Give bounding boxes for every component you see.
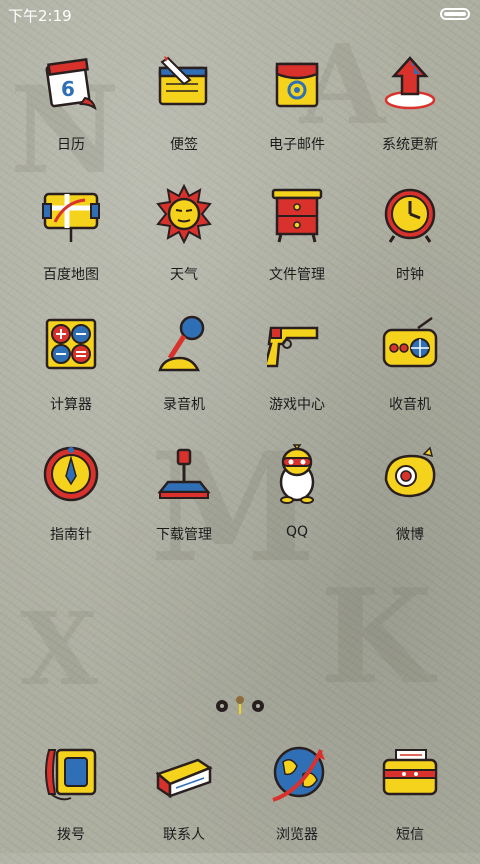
- app-label: 指南针: [50, 527, 92, 543]
- app-label: 日历: [57, 137, 85, 153]
- app-map[interactable]: 百度地图: [16, 184, 126, 304]
- weather-sun-icon: [156, 184, 212, 244]
- app-label: 微博: [396, 527, 424, 543]
- clock-icon: [384, 188, 436, 243]
- compass-icon: [43, 446, 99, 502]
- dock-browser[interactable]: 浏览器: [242, 744, 352, 864]
- app-clock[interactable]: 时钟: [355, 184, 465, 304]
- status-time: 下午2:19: [8, 7, 72, 25]
- app-game-center[interactable]: 游戏中心: [242, 314, 352, 434]
- calendar-icon: 6: [45, 57, 97, 111]
- app-label: 短信: [396, 827, 424, 843]
- weibo-eye-icon: [384, 446, 436, 498]
- dock-phone[interactable]: 拨号: [16, 744, 126, 864]
- app-label: 计算器: [50, 397, 92, 413]
- dock-contacts[interactable]: 联系人: [129, 744, 239, 864]
- app-label: 下载管理: [156, 527, 212, 543]
- status-bar: 下午2:19: [0, 0, 480, 28]
- email-icon: [275, 62, 319, 108]
- gun-icon: [267, 326, 319, 368]
- app-label: 收音机: [389, 397, 431, 413]
- app-weibo[interactable]: 微博: [355, 444, 465, 564]
- app-email[interactable]: 电子邮件: [242, 54, 352, 174]
- app-label: 时钟: [396, 267, 424, 283]
- radio-icon: [382, 316, 438, 368]
- qq-penguin-icon: [279, 444, 315, 504]
- app-calendar[interactable]: 6 日历: [16, 54, 126, 174]
- calendar-day: 6: [61, 77, 75, 101]
- app-calculator[interactable]: 计算器: [16, 314, 126, 434]
- app-label: 电子邮件: [269, 137, 325, 153]
- app-label: 联系人: [163, 827, 205, 843]
- phone-icon: [45, 748, 97, 801]
- app-recorder[interactable]: 录音机: [129, 314, 239, 434]
- app-weather[interactable]: 天气: [129, 184, 239, 304]
- background-lettering: K: [320, 560, 433, 713]
- notes-icon: [158, 56, 208, 106]
- calculator-icon: [45, 318, 97, 370]
- app-label: 文件管理: [269, 267, 325, 283]
- app-radio[interactable]: 收音机: [355, 314, 465, 434]
- app-qq[interactable]: QQ: [242, 444, 352, 564]
- app-file-manager[interactable]: 文件管理: [242, 184, 352, 304]
- app-label: 录音机: [163, 397, 205, 413]
- joystick-icon: [157, 448, 211, 499]
- app-label: 拨号: [57, 827, 85, 843]
- sms-icon: [382, 749, 438, 796]
- app-label: 便签: [170, 137, 198, 153]
- map-icon: [42, 192, 100, 242]
- app-notes[interactable]: 便签: [129, 54, 239, 174]
- app-compass[interactable]: 指南针: [16, 444, 126, 564]
- app-label: 浏览器: [276, 827, 318, 843]
- app-label: 百度地图: [43, 267, 99, 283]
- app-system-update[interactable]: 系统更新: [355, 54, 465, 174]
- app-label: 游戏中心: [269, 397, 325, 413]
- app-download-manager[interactable]: 下载管理: [129, 444, 239, 564]
- dock-sms[interactable]: 短信: [355, 744, 465, 864]
- app-label: 系统更新: [382, 137, 438, 153]
- background-lettering: X: [20, 590, 98, 708]
- app-label: QQ: [285, 524, 309, 540]
- battery-icon: [440, 8, 470, 20]
- file-manager-icon: [271, 188, 323, 243]
- system-update-icon: [384, 56, 436, 110]
- contacts-book-icon: [155, 758, 213, 799]
- browser-globe-icon: [272, 746, 325, 802]
- microphone-icon: [158, 315, 205, 372]
- page-indicator[interactable]: [212, 694, 268, 716]
- app-label: 天气: [170, 267, 198, 283]
